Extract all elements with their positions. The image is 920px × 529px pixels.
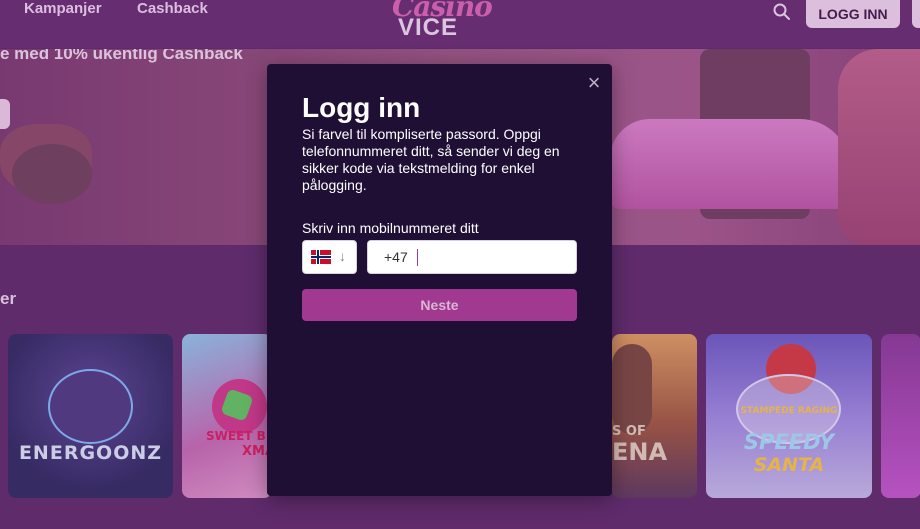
banner-cta-button[interactable]	[0, 99, 10, 129]
search-icon[interactable]	[772, 2, 792, 22]
text-caret	[416, 248, 418, 266]
logo-main: VICE	[398, 14, 459, 41]
game-title: SPEEDY	[743, 430, 835, 454]
game-tile-partial[interactable]	[881, 334, 920, 498]
country-code: +47	[384, 249, 408, 265]
close-icon[interactable]: ×	[585, 72, 603, 94]
game-subtitle: SANTA	[753, 454, 825, 476]
login-modal: × Logg inn Si farvel til kompliserte pas…	[267, 64, 612, 496]
modal-title: Logg inn	[302, 92, 421, 123]
game-tile-athena[interactable]: S OF ENA	[612, 334, 697, 498]
game-tile-speedy-santa[interactable]: STAMPEDE RAGING SPEEDY SANTA	[706, 334, 872, 498]
game-title: S OF	[612, 424, 646, 439]
menu-edge-button[interactable]	[912, 0, 920, 28]
login-button[interactable]: LOGG INN	[806, 0, 900, 28]
section-title: er	[0, 289, 17, 308]
site-logo[interactable]: Casino VICE	[392, 0, 493, 41]
nav-link-kampanjer[interactable]: Kampanjer	[24, 0, 102, 17]
game-tile-energoonz[interactable]: ENERGOONZ	[8, 334, 173, 498]
game-tile-sweet-bonanza-xmas[interactable]: SWEET B XMA	[182, 334, 272, 498]
country-select[interactable]: ↓	[302, 240, 357, 274]
phone-field-label: Skriv inn mobilnummeret ditt	[302, 220, 479, 236]
game-subtitle: ENA	[612, 438, 668, 466]
next-button[interactable]: Neste	[302, 289, 577, 321]
game-tagline: STAMPEDE RAGING	[740, 406, 838, 416]
norway-flag-icon	[311, 250, 331, 264]
game-title: SWEET B	[206, 429, 266, 443]
site-header: Kampanjer Cashback Casino VICE LOGG INN	[0, 0, 920, 48]
banner-headline: e med 10% ukentlig Cashback	[0, 49, 243, 63]
modal-description: Si farvel til kompliserte passord. Oppgi…	[302, 126, 560, 193]
arrow-down-icon: ↓	[339, 248, 346, 264]
banner-car-image	[610, 119, 850, 209]
banner-figure-woman	[838, 49, 920, 245]
phone-input[interactable]: +47	[367, 240, 577, 274]
banner-plant-pot	[0, 124, 92, 204]
game-title: ENERGOONZ	[18, 442, 163, 464]
game-subtitle: XMA	[242, 444, 272, 459]
nav-link-cashback[interactable]: Cashback	[137, 0, 208, 17]
